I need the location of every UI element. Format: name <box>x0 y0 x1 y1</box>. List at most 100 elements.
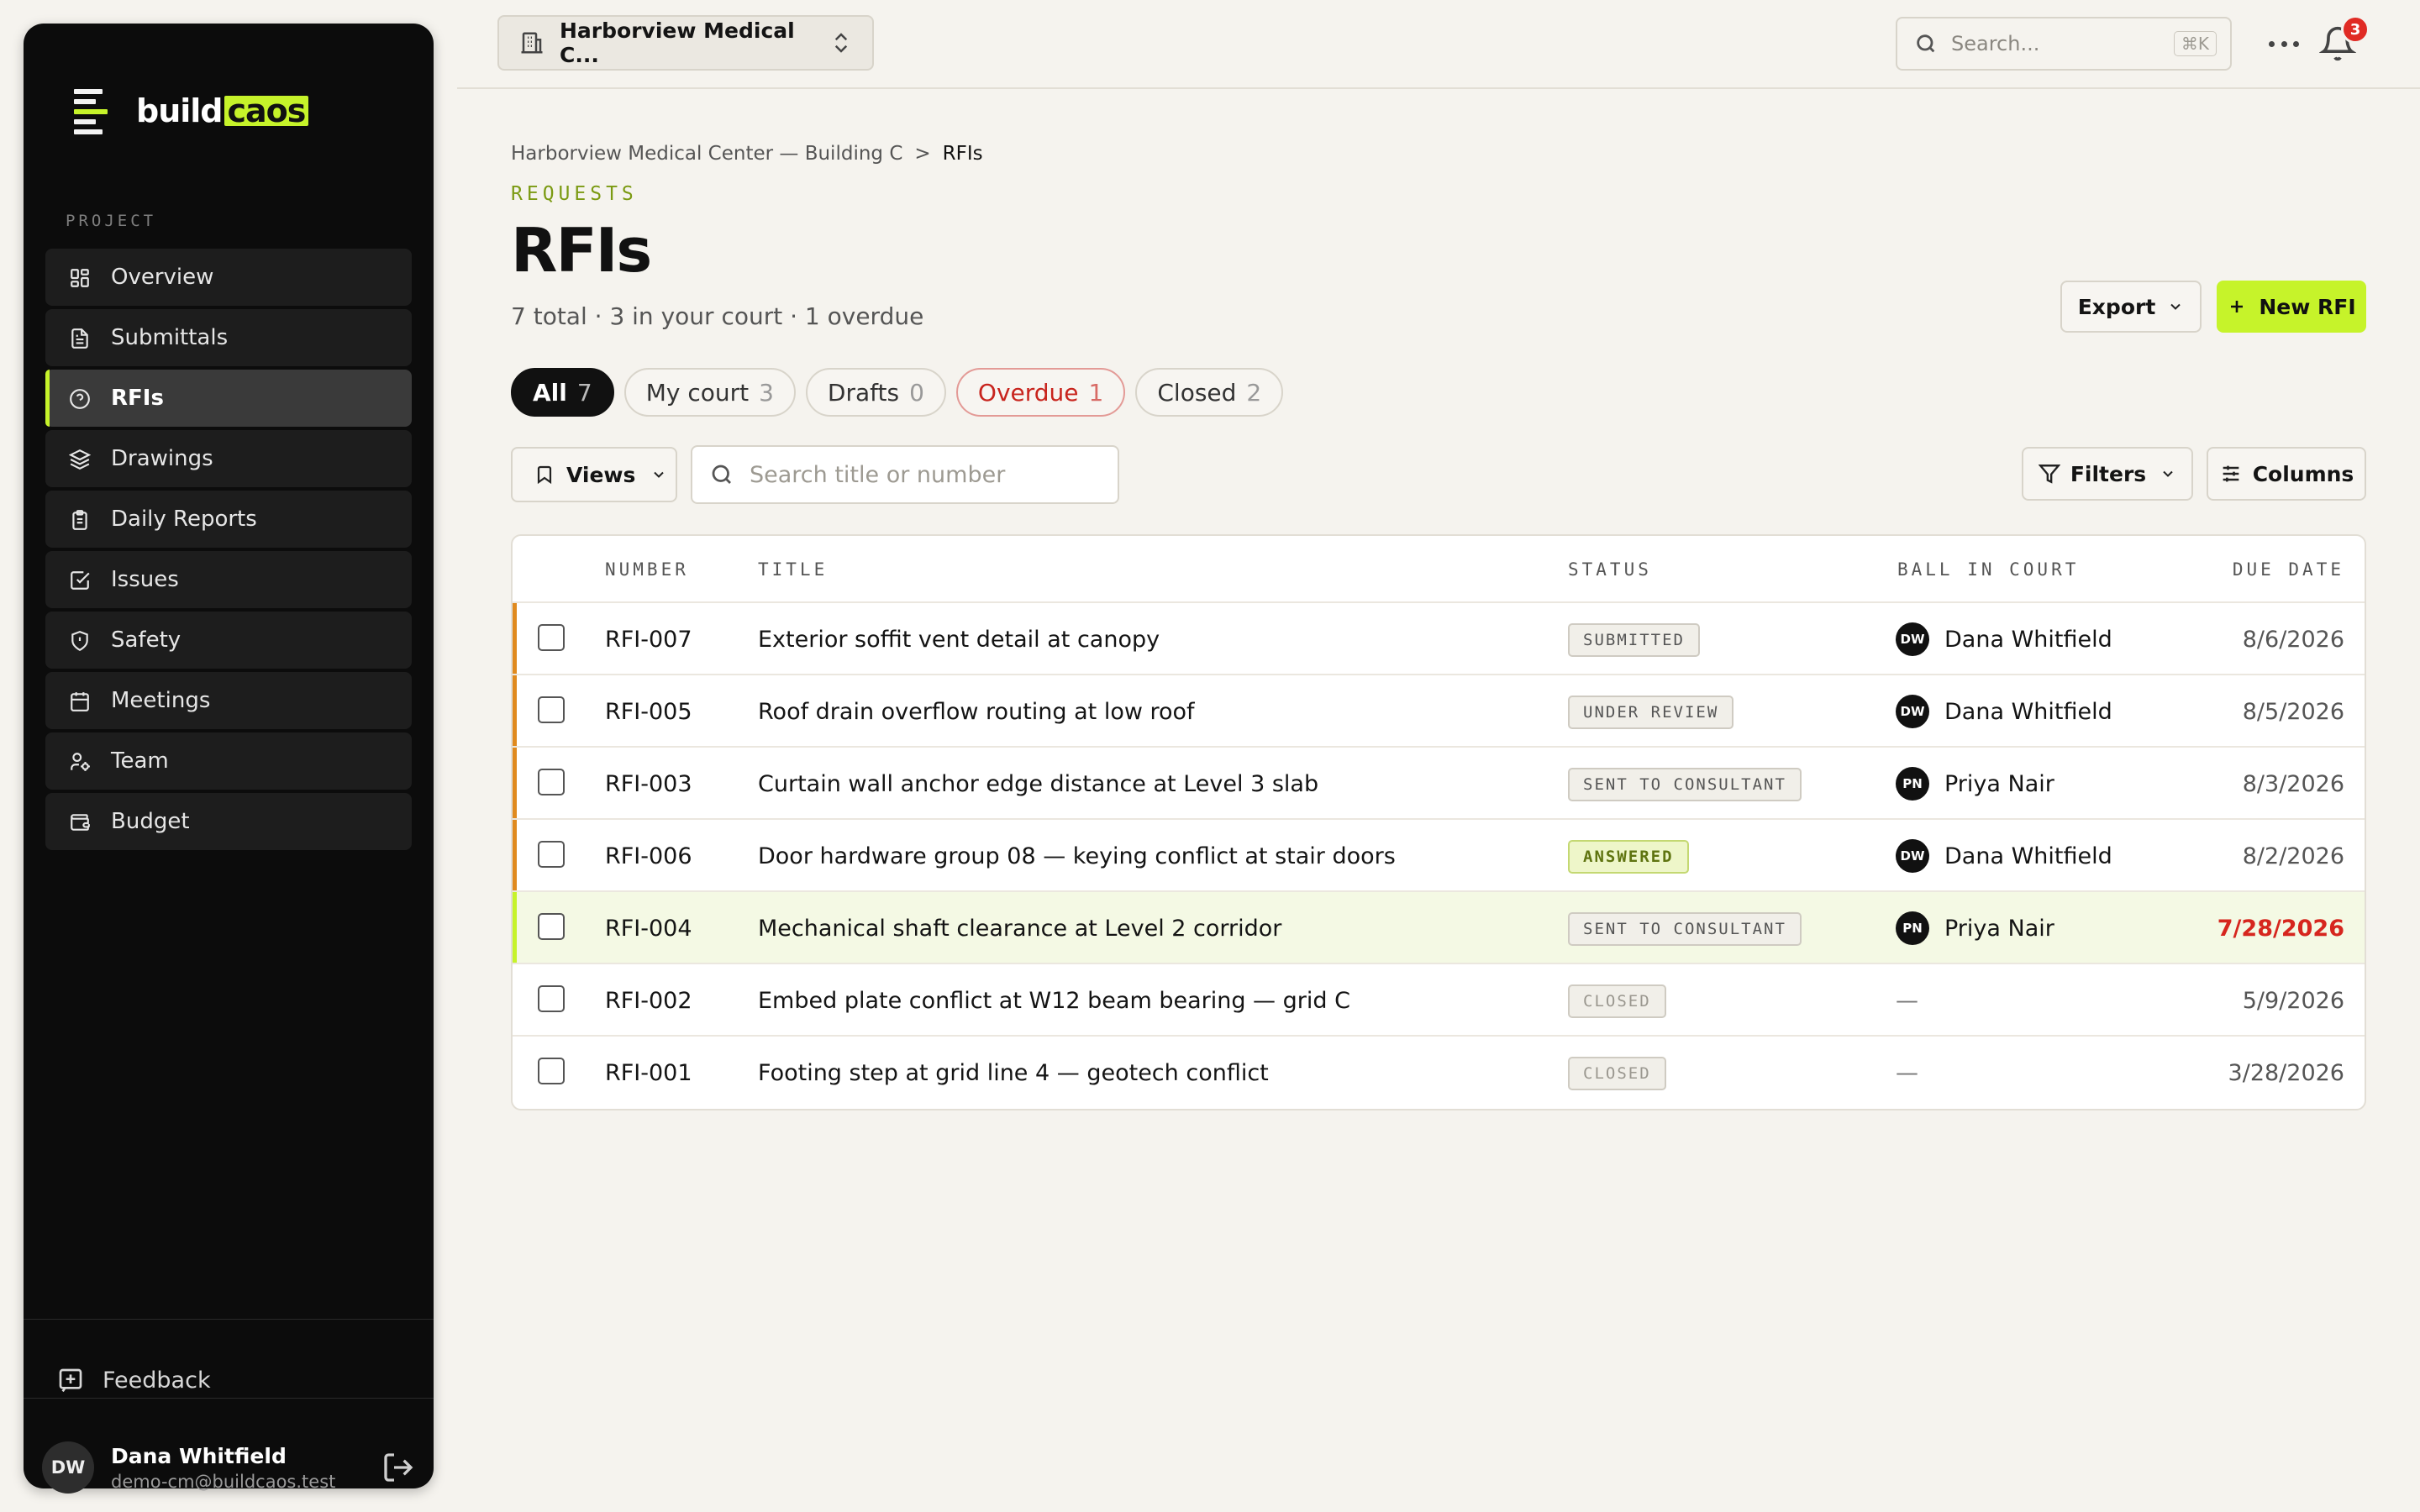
sidebar-item-issues[interactable]: Issues <box>45 551 412 608</box>
tab-count: 0 <box>909 378 924 407</box>
tab-label: Closed <box>1157 378 1237 407</box>
new-rfi-label: New RFI <box>2259 294 2356 319</box>
ball-in-court: — <box>1896 1055 1918 1090</box>
feedback-label: Feedback <box>103 1367 211 1394</box>
ball-in-court: DW Dana Whitfield <box>1896 838 2112 874</box>
breadcrumb: Harborview Medical Center — Building C >… <box>511 143 983 165</box>
row-checkbox[interactable] <box>538 696 565 723</box>
shortcut-hint: ⌘K <box>2173 31 2217 56</box>
sidebar-item-daily-reports[interactable]: Daily Reports <box>45 491 412 548</box>
wallet-icon <box>71 814 90 831</box>
table-row[interactable]: RFI-005 Roof drain overflow routing at l… <box>513 675 2365 748</box>
table-row[interactable]: RFI-003 Curtain wall anchor edge distanc… <box>513 748 2365 820</box>
row-checkbox[interactable] <box>538 913 565 940</box>
breadcrumb-parent[interactable]: Harborview Medical Center — Building C <box>511 143 902 165</box>
rfi-title[interactable]: Curtain wall anchor edge distance at Lev… <box>758 771 1318 797</box>
status-badge: SUBMITTED <box>1568 623 1700 657</box>
grid-icon <box>71 269 89 287</box>
sidebar-item-budget[interactable]: Budget <box>45 793 412 850</box>
rfi-title[interactable]: Exterior soffit vent detail at canopy <box>758 627 1160 653</box>
tab-overdue[interactable]: Overdue 1 <box>955 368 1126 417</box>
tab-my-court[interactable]: My court 3 <box>623 368 796 417</box>
status-badge: SENT TO CONSULTANT <box>1568 768 1802 801</box>
sliders-icon <box>2223 465 2239 482</box>
filter-tabs: All 7 My court 3 Drafts 0 Overdue 1 Closed 2 <box>511 368 1293 417</box>
row-checkbox[interactable] <box>538 769 565 795</box>
feedback-icon <box>59 1368 82 1393</box>
columns-button[interactable]: Columns <box>2207 447 2366 501</box>
views-button[interactable]: Views <box>511 447 677 502</box>
sidebar-item-drawings[interactable]: Drawings <box>45 430 412 487</box>
rfi-title[interactable]: Footing step at grid line 4 — geotech co… <box>758 1060 1269 1086</box>
avatar: DW <box>42 1441 94 1494</box>
tab-all[interactable]: All 7 <box>511 368 614 417</box>
due-date: 8/5/2026 <box>2242 699 2344 725</box>
dot-icon <box>2281 40 2287 47</box>
table-row[interactable]: RFI-004 Mechanical shaft clearance at Le… <box>513 892 2365 964</box>
shield-icon <box>71 631 88 652</box>
rfi-number: RFI-003 <box>605 771 692 797</box>
chevron-down-icon <box>2170 303 2181 310</box>
row-checkbox[interactable] <box>538 985 565 1012</box>
page-subtitle: 7 total · 3 in your court · 1 overdue <box>511 302 924 330</box>
column-header-status[interactable]: STATUS <box>1568 559 1652 580</box>
export-button[interactable]: Export <box>2060 281 2202 333</box>
sidebar-item-safety[interactable]: Safety <box>45 612 412 669</box>
rfi-title[interactable]: Roof drain overflow routing at low roof <box>758 699 1195 725</box>
sidebar-item-submittals[interactable]: Submittals <box>45 309 412 366</box>
tab-drafts[interactable]: Drafts 0 <box>805 368 946 417</box>
rfi-search[interactable] <box>691 445 1119 504</box>
ball-in-court: PN Priya Nair <box>1896 911 2054 946</box>
columns-label: Columns <box>2252 461 2354 486</box>
notifications-button[interactable]: 3 <box>2319 15 2370 69</box>
dot-icon <box>2269 40 2275 47</box>
tab-count: 3 <box>759 378 774 407</box>
brand-name-highlight: caos <box>224 95 309 127</box>
logout-icon[interactable] <box>381 1451 415 1484</box>
question-circle-icon <box>70 389 90 409</box>
sidebar-item-team[interactable]: Team <box>45 732 412 790</box>
table-row[interactable]: RFI-001 Footing step at grid line 4 — ge… <box>513 1037 2365 1109</box>
project-switcher[interactable]: Harborview Medical C... <box>497 15 874 71</box>
notification-badge: 3 <box>2341 15 2370 44</box>
more-menu-button[interactable] <box>2264 29 2304 59</box>
rfi-number: RFI-004 <box>605 916 692 942</box>
ball-in-court: DW Dana Whitfield <box>1896 622 2112 657</box>
column-header-ball-in-court[interactable]: BALL IN COURT <box>1897 559 2079 580</box>
row-checkbox[interactable] <box>538 1058 565 1084</box>
export-label: Export <box>2077 294 2156 319</box>
due-date-overdue: 7/28/2026 <box>2217 916 2344 942</box>
brand-logo[interactable]: build caos <box>74 69 309 153</box>
sidebar-item-overview[interactable]: Overview <box>45 249 412 306</box>
filters-button[interactable]: Filters <box>2022 447 2193 501</box>
tab-label: All <box>533 378 567 407</box>
sidebar-item-meetings[interactable]: Meetings <box>45 672 412 729</box>
avatar: PN <box>1896 767 1929 801</box>
column-header-title[interactable]: TITLE <box>758 559 828 580</box>
table-row[interactable]: RFI-002 Embed plate conflict at W12 beam… <box>513 964 2365 1037</box>
sidebar-item-rfis[interactable]: RFIs <box>45 370 412 427</box>
row-checkbox[interactable] <box>538 841 565 868</box>
search-icon <box>712 465 731 484</box>
table-row[interactable]: RFI-007 Exterior soffit vent detail at c… <box>513 603 2365 675</box>
column-header-number[interactable]: NUMBER <box>605 559 689 580</box>
sidebar-item-label: Budget <box>111 809 190 834</box>
row-checkbox[interactable] <box>538 624 565 651</box>
rfi-title[interactable]: Door hardware group 08 — keying conflict… <box>758 843 1396 869</box>
table-row[interactable]: RFI-006 Door hardware group 08 — keying … <box>513 820 2365 892</box>
tab-closed[interactable]: Closed 2 <box>1135 368 1284 417</box>
rfi-search-input[interactable] <box>750 461 1111 488</box>
rfi-title[interactable]: Mechanical shaft clearance at Level 2 co… <box>758 916 1281 942</box>
rfi-number: RFI-001 <box>605 1060 692 1086</box>
global-search[interactable]: Search... ⌘K <box>1896 17 2232 71</box>
rfi-title[interactable]: Embed plate conflict at W12 beam bearing… <box>758 988 1350 1014</box>
user-profile[interactable]: DW Dana Whitfield demo-cm@buildcaos.test <box>42 1440 415 1495</box>
status-badge: UNDER REVIEW <box>1568 696 1734 729</box>
sidebar-item-label: Submittals <box>111 325 229 350</box>
search-icon <box>1917 34 1935 53</box>
feedback-button[interactable]: Feedback <box>57 1359 211 1401</box>
column-header-due-date[interactable]: DUE DATE <box>2233 559 2344 580</box>
new-rfi-button[interactable]: New RFI <box>2217 281 2366 333</box>
global-search-placeholder: Search... <box>1951 32 2040 55</box>
tab-label: Overdue <box>977 378 1079 407</box>
